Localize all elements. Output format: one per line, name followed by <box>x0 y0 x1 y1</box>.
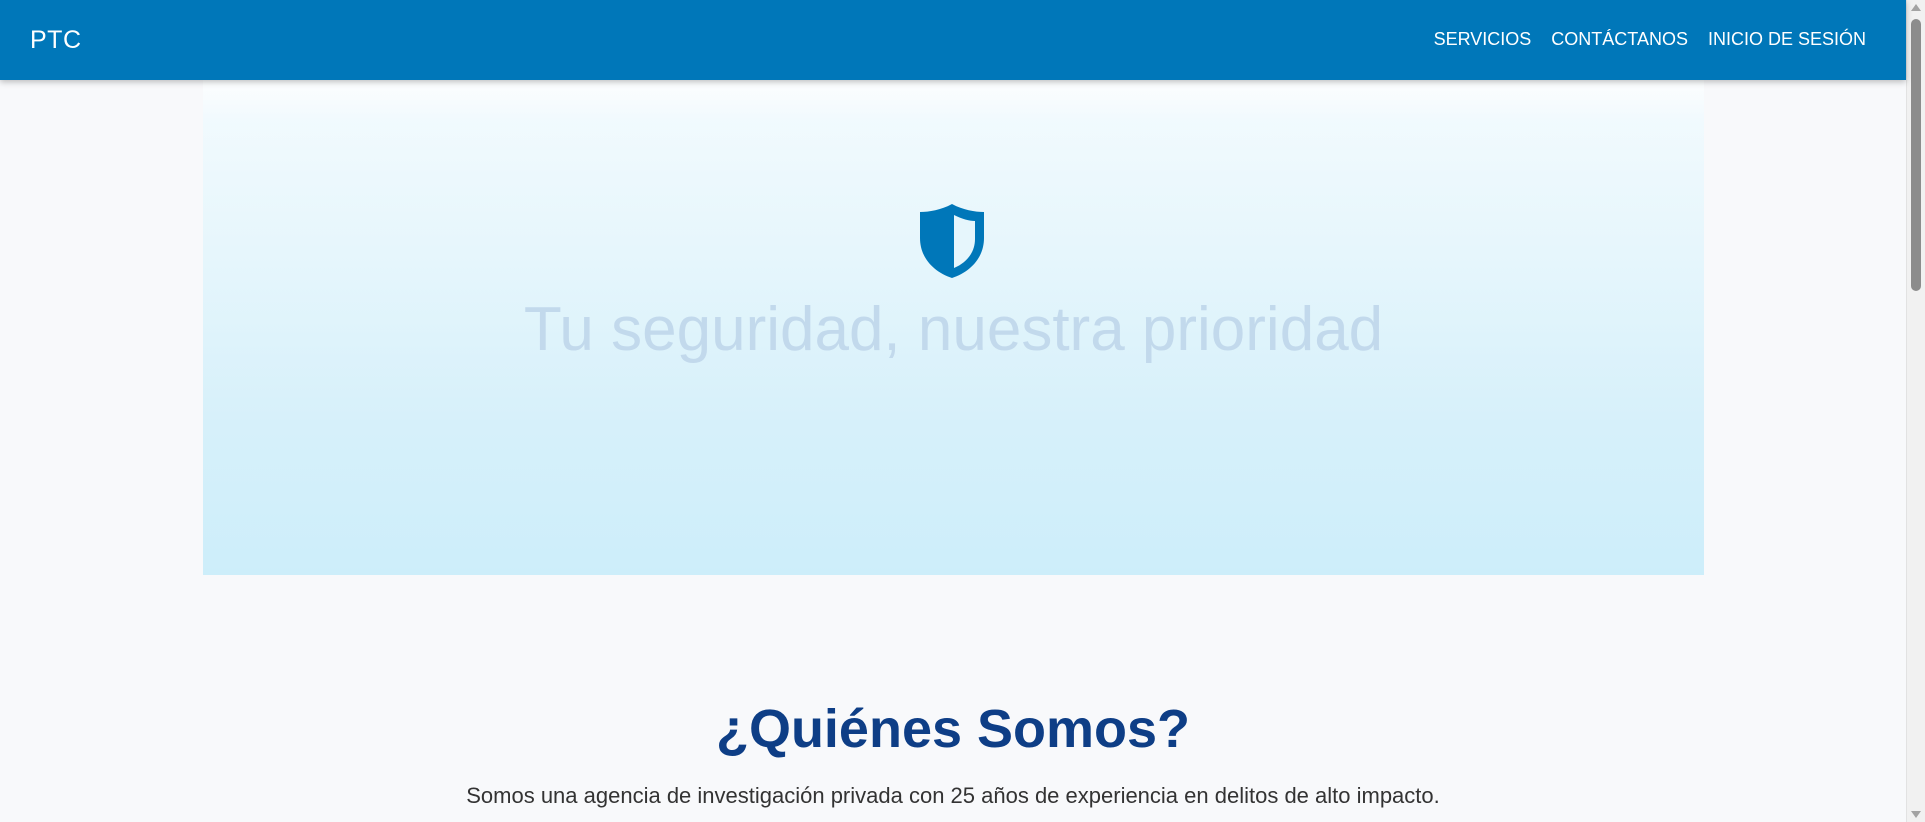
shield-icon <box>920 204 984 278</box>
about-section-text: Somos una agencia de investigación priva… <box>466 783 1440 808</box>
nav-link-servicios[interactable]: SERVICIOS <box>1434 29 1532 50</box>
nav-link-inicio-sesion[interactable]: INICIO DE SESIÓN <box>1708 29 1866 50</box>
hero-title: Tu seguridad, nuestra prioridad <box>523 295 1384 364</box>
main-navigation: SERVICIOS CONTÁCTANOS INICIO DE SESIÓN <box>1434 29 1866 50</box>
nav-link-contactanos[interactable]: CONTÁCTANOS <box>1551 29 1688 50</box>
scrollbar-thumb[interactable] <box>1911 19 1921 291</box>
top-navbar: PTC SERVICIOS CONTÁCTANOS INICIO DE SESI… <box>0 0 1906 80</box>
hero-top-fade <box>203 80 1704 120</box>
hero-banner: Tu seguridad, nuestra prioridad <box>203 80 1704 575</box>
brand-logo-link[interactable]: PTC <box>30 26 82 55</box>
about-section-title: ¿Quiénes Somos? <box>715 699 1191 759</box>
scroll-up-arrow-icon[interactable] <box>1911 4 1921 11</box>
scroll-down-arrow-icon[interactable] <box>1911 811 1921 818</box>
vertical-scrollbar[interactable] <box>1906 0 1925 822</box>
